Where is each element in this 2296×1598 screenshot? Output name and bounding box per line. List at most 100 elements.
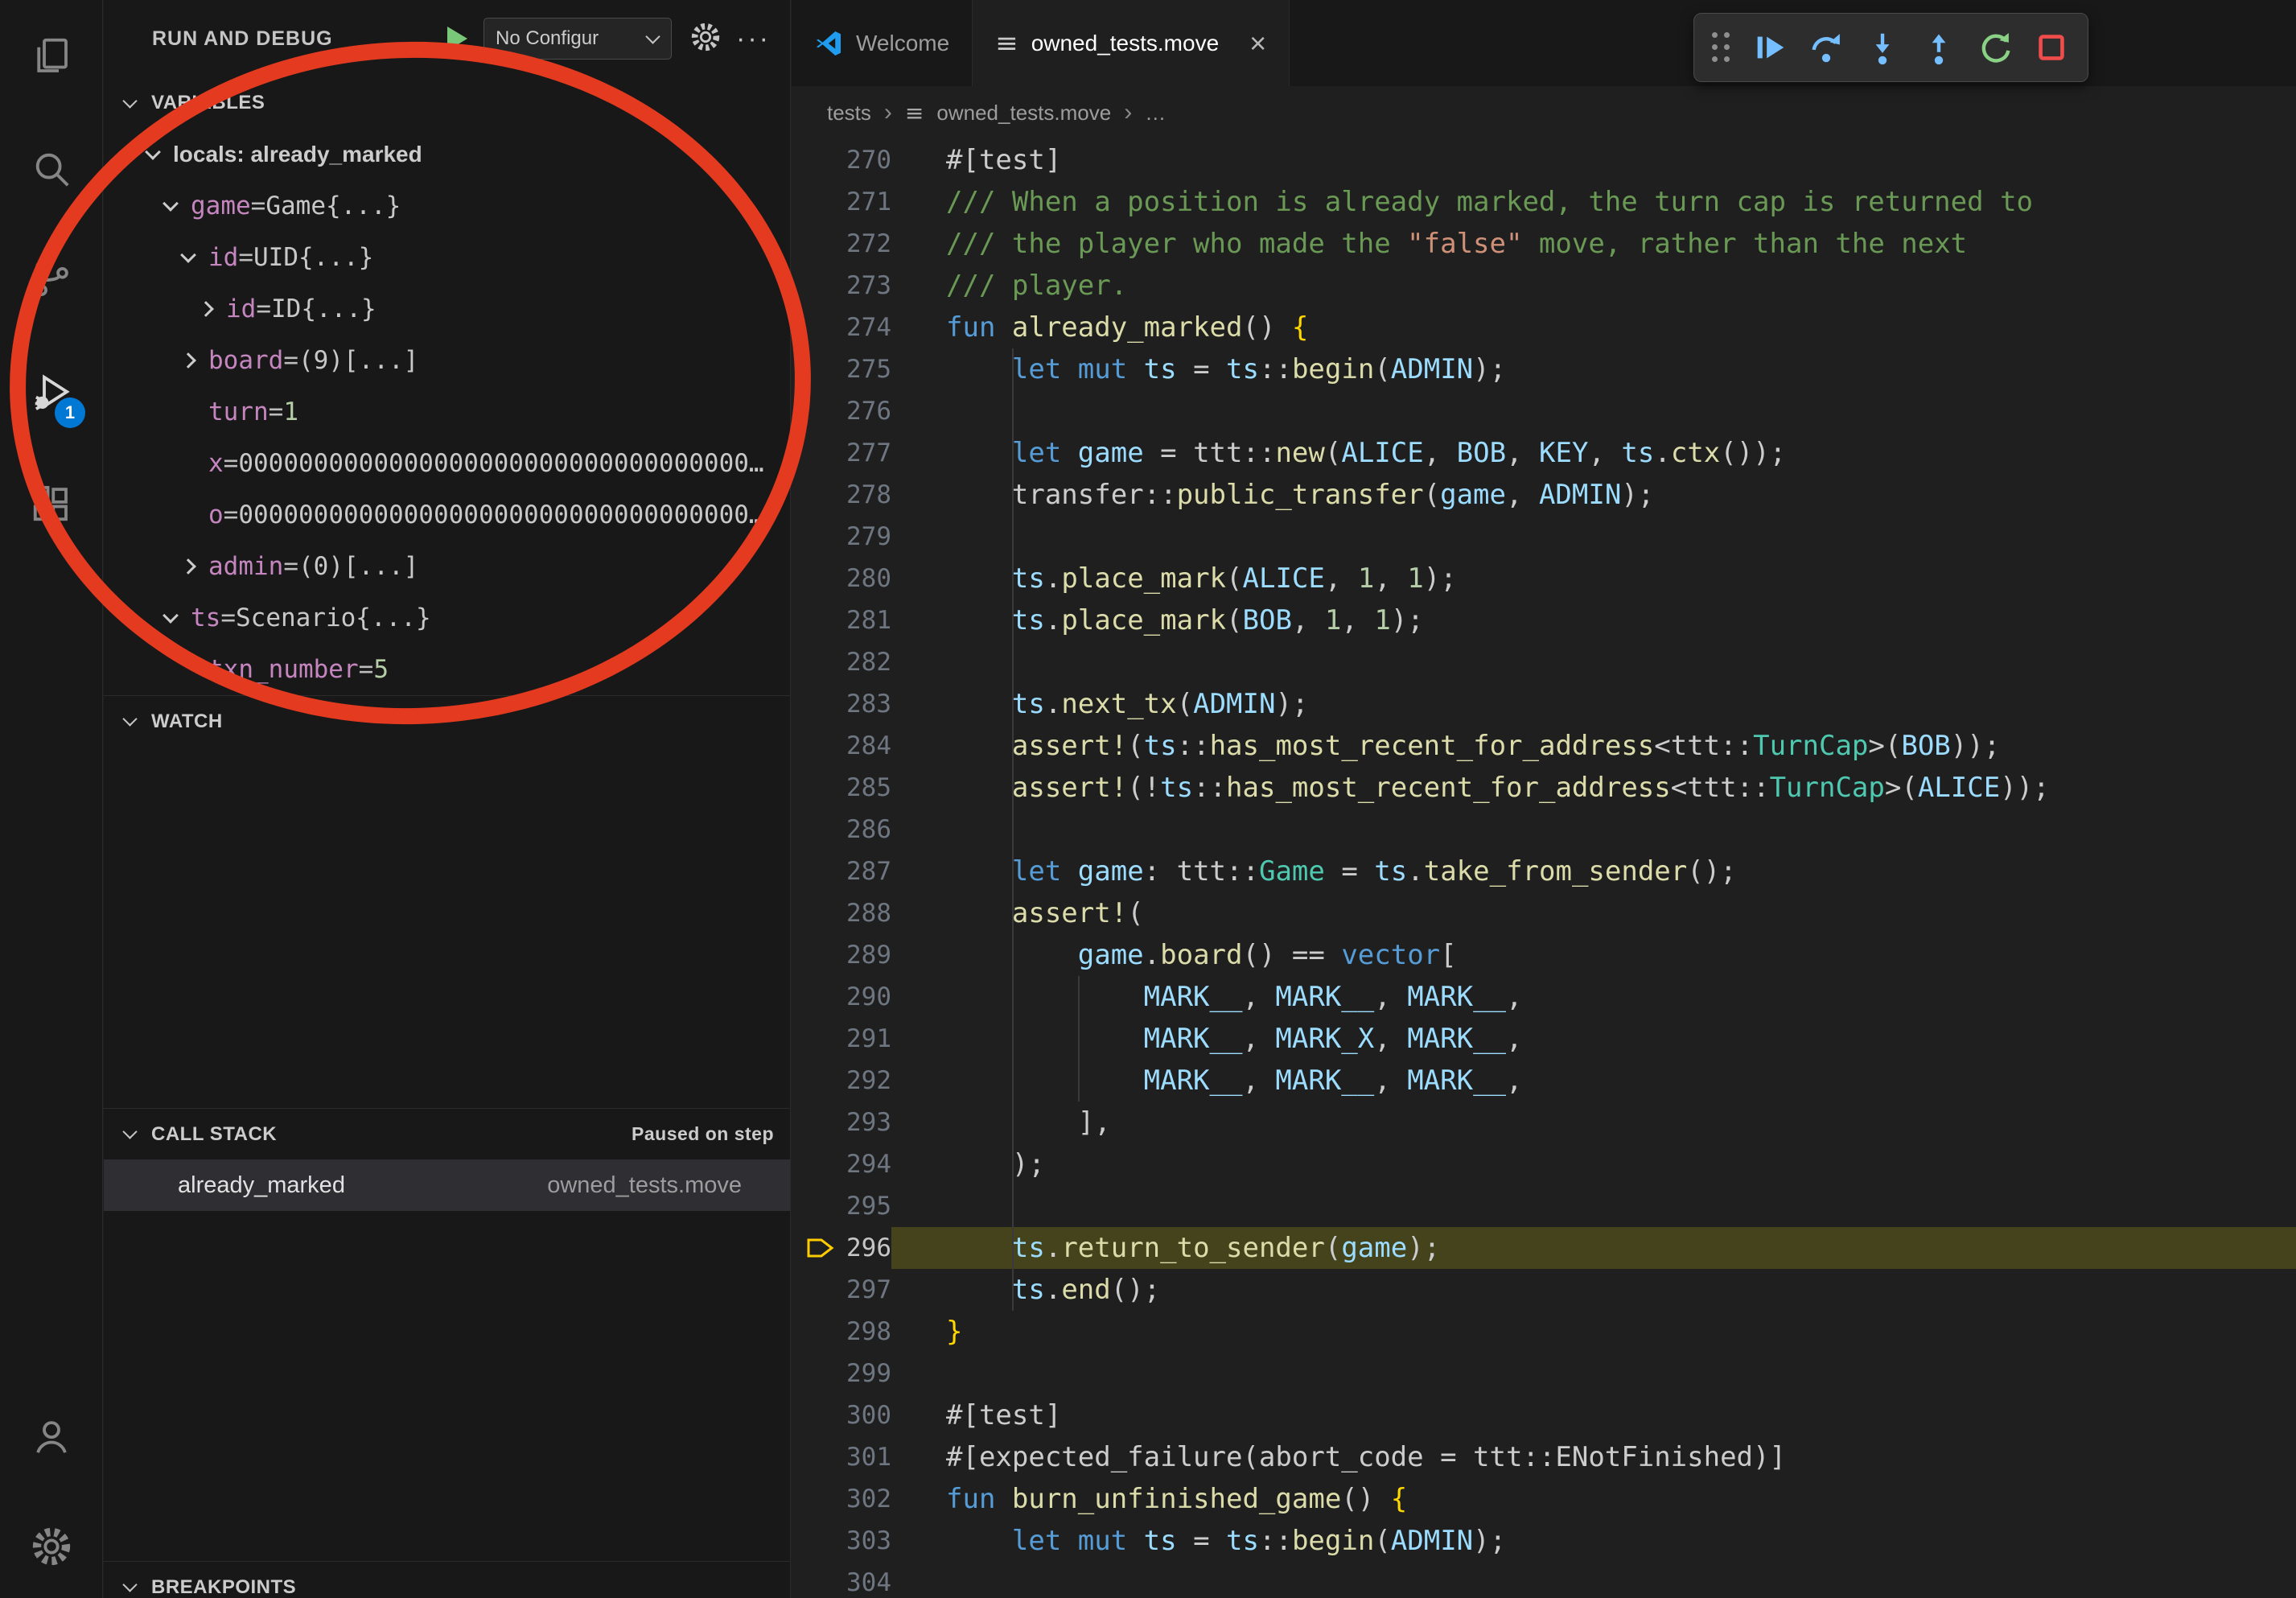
variable-row[interactable]: id = UID{...} — [104, 232, 790, 283]
line-number[interactable]: 291 — [838, 1018, 891, 1060]
code-line[interactable]: 303 let mut ts = ts::begin(ADMIN); — [792, 1520, 2296, 1562]
tab-welcome[interactable]: Welcome — [792, 0, 973, 86]
code-line[interactable]: 292 MARK__, MARK__, MARK__, — [792, 1060, 2296, 1102]
breakpoint-gutter[interactable] — [803, 348, 838, 390]
code-line[interactable]: 271/// When a position is already marked… — [792, 181, 2296, 223]
line-number[interactable]: 296 — [838, 1227, 891, 1269]
breakpoint-gutter[interactable] — [803, 223, 838, 265]
chevron-right-icon[interactable] — [180, 352, 196, 369]
restart-button[interactable] — [1977, 29, 2014, 66]
line-number[interactable]: 301 — [838, 1436, 891, 1478]
breakpoint-gutter[interactable] — [803, 976, 838, 1018]
code-line[interactable]: 285 assert!(!ts::has_most_recent_for_add… — [792, 767, 2296, 809]
line-number[interactable]: 303 — [838, 1520, 891, 1562]
code-editor[interactable]: 270#[test]271/// When a position is alre… — [792, 139, 2296, 1598]
debug-config-dropdown[interactable]: No Configur — [483, 18, 672, 60]
stop-button[interactable] — [2033, 29, 2070, 66]
chevron-down-icon[interactable] — [145, 144, 161, 160]
line-number[interactable]: 292 — [838, 1060, 891, 1102]
code-text[interactable]: MARK__, MARK__, MARK__, — [891, 1060, 2296, 1102]
call-stack-frame[interactable]: already_markedowned_tests.move — [104, 1159, 790, 1211]
breakpoint-gutter[interactable] — [803, 1311, 838, 1353]
line-number[interactable]: 298 — [838, 1311, 891, 1353]
chevron-down-icon[interactable] — [180, 247, 196, 263]
code-line[interactable]: 299 — [792, 1353, 2296, 1394]
breakpoint-gutter[interactable] — [803, 1436, 838, 1478]
code-text[interactable]: /// player. — [891, 265, 2296, 307]
code-line[interactable]: 276 — [792, 390, 2296, 432]
line-number[interactable]: 297 — [838, 1269, 891, 1311]
run-and-debug-icon[interactable]: 1 — [11, 352, 92, 433]
code-text[interactable]: /// When a position is already marked, t… — [891, 181, 2296, 223]
code-text[interactable]: assert!(!ts::has_most_recent_for_address… — [891, 767, 2296, 809]
breakpoint-gutter[interactable] — [803, 1478, 838, 1520]
line-number[interactable]: 275 — [838, 348, 891, 390]
line-number[interactable]: 302 — [838, 1478, 891, 1520]
breakpoint-gutter[interactable] — [803, 892, 838, 934]
breakpoint-gutter[interactable] — [803, 432, 838, 474]
variable-row[interactable]: ts = Scenario{...} — [104, 592, 790, 644]
code-text[interactable] — [891, 390, 2296, 432]
breadcrumb-item[interactable]: tests — [827, 101, 871, 126]
code-line[interactable]: 278 transfer::public_transfer(game, ADMI… — [792, 474, 2296, 516]
breakpoint-gutter[interactable] — [803, 1185, 838, 1227]
source-control-icon[interactable] — [11, 238, 92, 319]
line-number[interactable]: 280 — [838, 558, 891, 599]
line-number[interactable]: 288 — [838, 892, 891, 934]
line-number[interactable]: 286 — [838, 809, 891, 850]
breakpoint-gutter[interactable] — [803, 1394, 838, 1436]
code-line[interactable]: 294 ); — [792, 1143, 2296, 1185]
code-text[interactable]: game.board() == vector[ — [891, 934, 2296, 976]
code-line[interactable]: 289 game.board() == vector[ — [792, 934, 2296, 976]
line-number[interactable]: 281 — [838, 599, 891, 641]
chevron-down-icon[interactable] — [163, 196, 179, 212]
code-line[interactable]: 275 let mut ts = ts::begin(ADMIN); — [792, 348, 2296, 390]
breakpoint-gutter[interactable] — [803, 390, 838, 432]
code-line[interactable]: 283 ts.next_tx(ADMIN); — [792, 683, 2296, 725]
variable-row[interactable]: admin = (0)[...] — [104, 541, 790, 592]
breakpoint-gutter[interactable] — [803, 599, 838, 641]
breakpoints-section-header[interactable]: BREAKPOINTS — [104, 1561, 790, 1598]
line-number[interactable]: 289 — [838, 934, 891, 976]
code-line[interactable]: 302fun burn_unfinished_game() { — [792, 1478, 2296, 1520]
code-text[interactable]: } — [891, 1311, 2296, 1353]
code-text[interactable] — [891, 641, 2296, 683]
continue-button[interactable] — [1751, 29, 1788, 66]
code-line[interactable]: 291 MARK__, MARK_X, MARK__, — [792, 1018, 2296, 1060]
step-over-button[interactable] — [1808, 29, 1845, 66]
code-line[interactable]: 288 assert!( — [792, 892, 2296, 934]
code-text[interactable]: ts.next_tx(ADMIN); — [891, 683, 2296, 725]
code-text[interactable] — [891, 1353, 2296, 1394]
code-line[interactable]: 272/// the player who made the "false" m… — [792, 223, 2296, 265]
line-number[interactable]: 304 — [838, 1562, 891, 1598]
breakpoint-gutter[interactable] — [803, 516, 838, 558]
code-line[interactable]: 296 ts.return_to_sender(game); — [792, 1227, 2296, 1269]
code-text[interactable]: ], — [891, 1102, 2296, 1143]
code-line[interactable]: 282 — [792, 641, 2296, 683]
code-line[interactable]: 270#[test] — [792, 139, 2296, 181]
code-text[interactable]: let mut ts = ts::begin(ADMIN); — [891, 348, 2296, 390]
chevron-down-icon[interactable] — [163, 607, 179, 624]
breakpoint-gutter[interactable] — [803, 725, 838, 767]
code-line[interactable]: 301#[expected_failure(abort_code = ttt::… — [792, 1436, 2296, 1478]
breakpoint-gutter[interactable] — [803, 265, 838, 307]
code-line[interactable]: 295 — [792, 1185, 2296, 1227]
code-text[interactable]: let game: ttt::Game = ts.take_from_sende… — [891, 850, 2296, 892]
code-text[interactable]: ts.place_mark(ALICE, 1, 1); — [891, 558, 2296, 599]
variable-row[interactable]: board = (9)[...] — [104, 335, 790, 386]
breakpoint-gutter[interactable] — [803, 767, 838, 809]
tab-owned-tests[interactable]: ≡ owned_tests.move × — [973, 0, 1290, 86]
line-number[interactable]: 300 — [838, 1394, 891, 1436]
more-actions-icon[interactable]: ··· — [736, 31, 771, 47]
variable-row[interactable]: x = 0000000000000000000000000000000000… — [104, 438, 790, 489]
gear-icon[interactable] — [689, 21, 722, 57]
breakpoint-gutter[interactable] — [803, 1353, 838, 1394]
line-number[interactable]: 290 — [838, 976, 891, 1018]
line-number[interactable]: 283 — [838, 683, 891, 725]
line-number[interactable]: 279 — [838, 516, 891, 558]
variable-row[interactable]: locals: already_marked — [104, 129, 790, 180]
breakpoint-gutter[interactable] — [803, 809, 838, 850]
watch-section-header[interactable]: WATCH — [104, 695, 790, 747]
line-number[interactable]: 276 — [838, 390, 891, 432]
extensions-icon[interactable] — [11, 463, 92, 543]
